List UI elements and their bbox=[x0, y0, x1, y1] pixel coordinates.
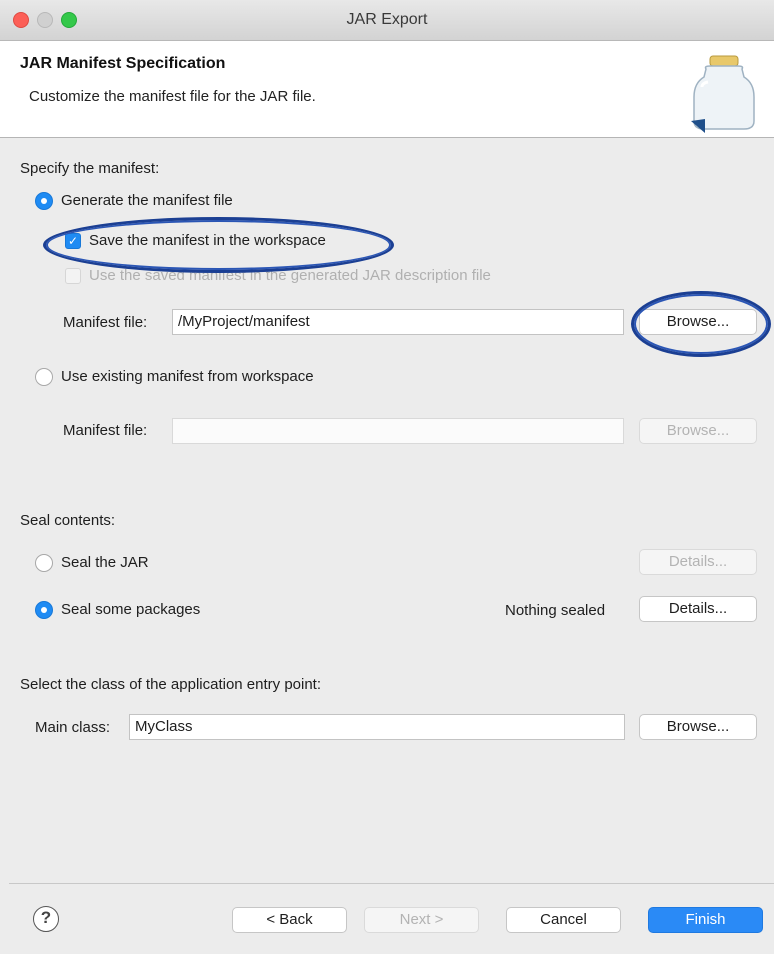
next-button: Next > bbox=[364, 907, 479, 933]
seal-some-packages-label: Seal some packages bbox=[61, 601, 201, 618]
manifest-file-label: Manifest file: bbox=[63, 314, 148, 331]
seal-status-text: Nothing sealed bbox=[505, 602, 606, 619]
existing-manifest-label: Use existing manifest from workspace bbox=[61, 368, 314, 385]
save-manifest-highlight bbox=[43, 217, 394, 273]
help-icon[interactable]: ? bbox=[33, 906, 59, 932]
existing-manifest-browse-button: Browse... bbox=[639, 418, 757, 444]
existing-manifest-radio[interactable] bbox=[35, 368, 53, 386]
seal-jar-label: Seal the JAR bbox=[61, 554, 149, 571]
main-class-label: Main class: bbox=[35, 719, 111, 736]
existing-manifest-file-input bbox=[172, 418, 624, 444]
seal-jar-radio[interactable] bbox=[35, 554, 53, 572]
jar-icon bbox=[691, 55, 755, 133]
seal-section-heading: Seal contents: bbox=[20, 512, 116, 529]
generate-manifest-label: Generate the manifest file bbox=[61, 192, 233, 209]
finish-button[interactable]: Finish bbox=[648, 907, 763, 933]
title-bar: JAR Export bbox=[0, 0, 774, 41]
reuse-manifest-checkbox bbox=[65, 268, 81, 284]
seal-some-details-button[interactable]: Details... bbox=[639, 596, 757, 622]
footer-divider bbox=[9, 883, 774, 884]
jar-export-window: JAR Export JAR Manifest Specification Cu… bbox=[0, 0, 774, 954]
generate-manifest-radio[interactable] bbox=[35, 192, 53, 210]
manifest-section-heading: Specify the manifest: bbox=[20, 160, 160, 177]
back-button[interactable]: < Back bbox=[232, 907, 347, 933]
entry-section-heading: Select the class of the application entr… bbox=[20, 676, 322, 693]
seal-some-packages-radio[interactable] bbox=[35, 601, 53, 619]
page-title: JAR Manifest Specification bbox=[20, 55, 226, 72]
main-class-browse-button[interactable]: Browse... bbox=[639, 714, 757, 740]
manifest-file-input[interactable]: /MyProject/manifest bbox=[172, 309, 624, 335]
seal-jar-details-button: Details... bbox=[639, 549, 757, 575]
browse-highlight bbox=[631, 291, 771, 357]
main-class-input[interactable]: MyClass bbox=[129, 714, 625, 740]
existing-manifest-file-label: Manifest file: bbox=[63, 422, 148, 439]
page-description: Customize the manifest file for the JAR … bbox=[29, 88, 316, 105]
wizard-banner: JAR Manifest Specification Customize the… bbox=[0, 41, 774, 138]
window-title: JAR Export bbox=[346, 11, 428, 28]
cancel-button[interactable]: Cancel bbox=[506, 907, 621, 933]
